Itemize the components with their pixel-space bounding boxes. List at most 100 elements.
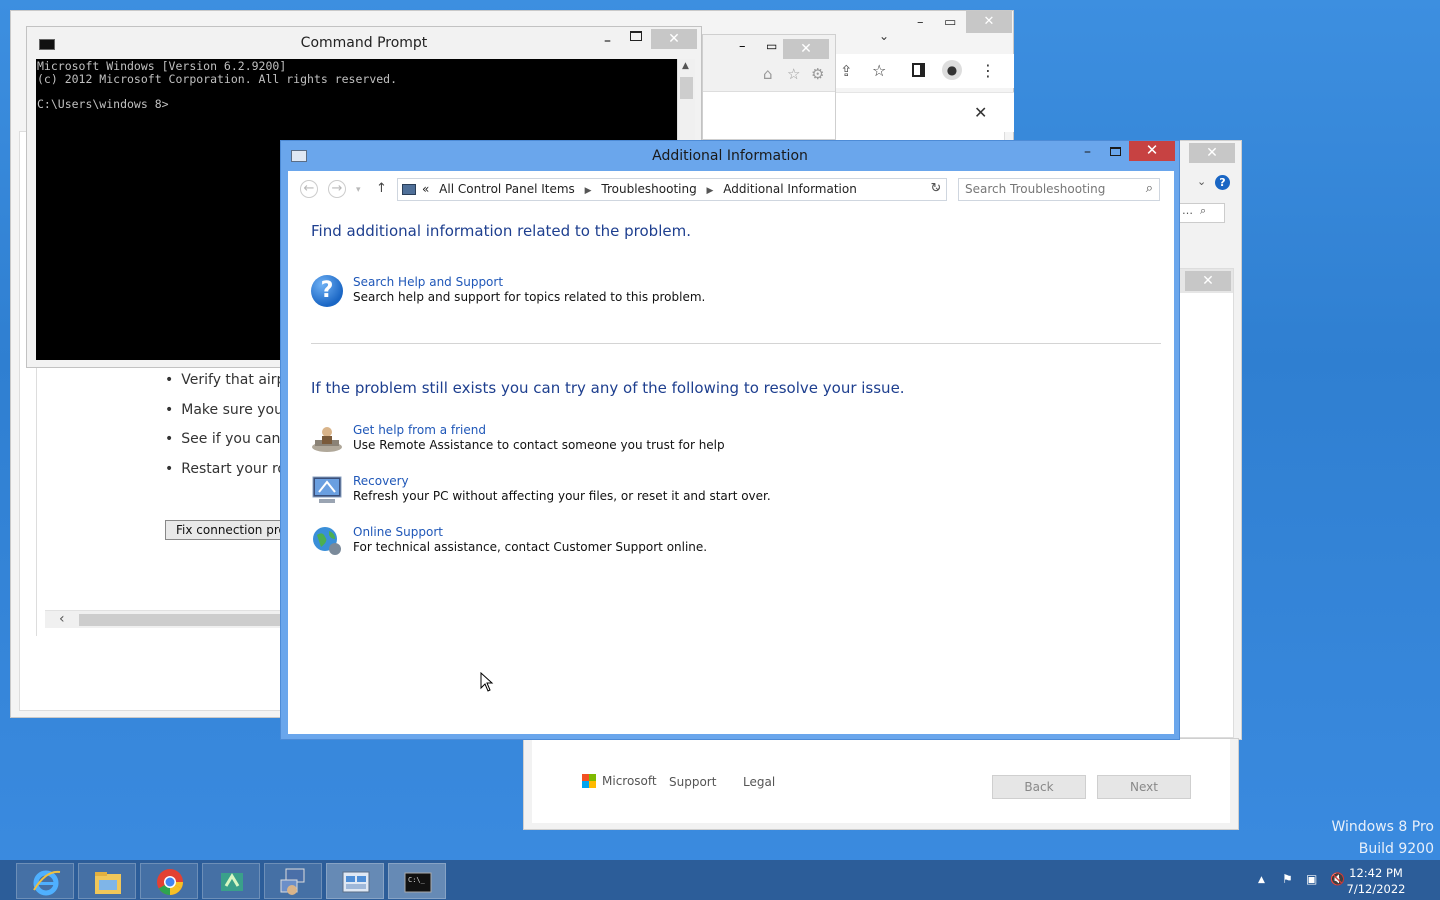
recent-locations-chevron-icon[interactable]: ▾ bbox=[356, 185, 361, 195]
breadcrumb: « All Control Panel Items ▶ Troubleshoot… bbox=[422, 182, 863, 196]
chrome-infobar: ✕ bbox=[836, 92, 1014, 132]
microsoft-logo-icon bbox=[582, 774, 596, 788]
infobar-close-icon[interactable]: ✕ bbox=[974, 103, 987, 122]
back-arrow-icon[interactable]: ← bbox=[300, 180, 318, 198]
action-center-flag-icon[interactable]: ⚑ bbox=[1282, 872, 1293, 886]
up-arrow-icon[interactable]: ↑ bbox=[376, 181, 387, 196]
taskbar-command-prompt[interactable]: C:\_ bbox=[388, 863, 446, 899]
side-panel-icon[interactable] bbox=[912, 63, 925, 77]
taskbar-control-panel[interactable] bbox=[326, 863, 384, 899]
chrome-menu-icon[interactable]: ⋮ bbox=[980, 61, 996, 80]
browser-close-button[interactable]: ✕ bbox=[966, 11, 1012, 33]
refresh-icon[interactable]: ↻ bbox=[926, 178, 946, 201]
ie-minimize-button[interactable]: – bbox=[739, 39, 746, 54]
mouse-cursor-icon bbox=[480, 672, 494, 692]
dialog-close-button[interactable]: ✕ bbox=[1129, 141, 1175, 161]
cmd-minimize-button[interactable]: – bbox=[604, 33, 611, 49]
section-heading-resolve: If the problem still exists you can try … bbox=[311, 379, 905, 397]
internet-explorer-icon bbox=[33, 870, 61, 896]
chrome-icon bbox=[157, 869, 184, 896]
search-help-support-link[interactable]: Search Help and Support bbox=[353, 275, 503, 289]
taskbar-app-green[interactable] bbox=[202, 863, 260, 899]
network-troubleshooter-content: Verify that airpl Make sure your See if … bbox=[36, 368, 293, 636]
online-support-desc: For technical assistance, contact Custom… bbox=[353, 540, 708, 554]
watermark-edition: Windows 8 Pro bbox=[1331, 819, 1434, 835]
legal-link[interactable]: Legal bbox=[743, 775, 775, 789]
tab-list-chevron-icon[interactable]: ⌄ bbox=[879, 29, 889, 43]
recovery-link[interactable]: Recovery bbox=[353, 474, 409, 488]
troubleshooter-subwindow: ✕ bbox=[1178, 268, 1234, 738]
console-line: Microsoft Windows [Version 6.2.9200] bbox=[37, 59, 287, 73]
scroll-left-icon[interactable]: ‹ bbox=[59, 611, 65, 627]
console-prompt: C:\Users\windows 8> bbox=[37, 96, 169, 111]
back-button[interactable]: Back bbox=[992, 775, 1086, 799]
home-icon[interactable]: ⌂ bbox=[763, 65, 773, 83]
show-hidden-icons-icon[interactable]: ▲ bbox=[1258, 875, 1265, 885]
next-button[interactable]: Next bbox=[1097, 775, 1191, 799]
ie-content bbox=[703, 91, 835, 139]
breadcrumb-separator-icon[interactable]: ▶ bbox=[585, 186, 592, 196]
chrome-toolbar: ⇪ ☆ ● ⋮ bbox=[836, 54, 1014, 88]
taskbar: C:\_ ▲ ⚑ ▣ 🔇 12:42 PM 7/12/2022 bbox=[0, 860, 1440, 900]
profile-avatar-icon[interactable]: ● bbox=[942, 60, 962, 80]
favorites-star-icon[interactable]: ☆ bbox=[787, 65, 800, 83]
breadcrumb-separator-icon[interactable]: ▶ bbox=[707, 186, 714, 196]
breadcrumb-overflow[interactable]: « bbox=[422, 182, 429, 196]
taskbar-chrome[interactable] bbox=[140, 863, 198, 899]
remote-assistance-icon bbox=[312, 427, 342, 452]
online-support-link[interactable]: Online Support bbox=[353, 525, 443, 539]
bookmark-star-icon[interactable]: ☆ bbox=[872, 61, 886, 80]
settings-gear-icon[interactable]: ⚙ bbox=[811, 65, 824, 83]
ie-maximize-button[interactable]: ▭ bbox=[766, 39, 777, 53]
control-panel-taskbar-icon bbox=[342, 871, 370, 893]
breadcrumb-additional-information[interactable]: Additional Information bbox=[723, 182, 857, 196]
remote-desktop-icon bbox=[280, 868, 305, 895]
windows-watermark: Windows 8 Pro Build 9200 bbox=[1331, 816, 1434, 860]
search-help-support-desc: Search help and support for topics relat… bbox=[353, 290, 706, 304]
hscroll-thumb[interactable] bbox=[79, 614, 283, 626]
breadcrumb-troubleshooting[interactable]: Troubleshooting bbox=[601, 182, 696, 196]
network-status-icon[interactable]: ▣ bbox=[1306, 872, 1317, 886]
breadcrumb-all-control-panel-items[interactable]: All Control Panel Items bbox=[439, 182, 575, 196]
command-prompt-icon: C:\_ bbox=[404, 872, 432, 893]
list-item: Verify that airpl bbox=[165, 368, 293, 398]
ie-close-button[interactable]: ✕ bbox=[783, 39, 829, 59]
troubleshooter-close-button[interactable]: ✕ bbox=[1189, 143, 1235, 163]
ie-window: – ▭ ✕ ⌂ ☆ ⚙ bbox=[702, 34, 836, 140]
support-link[interactable]: Support bbox=[669, 775, 716, 789]
share-icon[interactable]: ⇪ bbox=[840, 62, 853, 80]
forward-arrow-icon[interactable]: → bbox=[328, 180, 346, 198]
browser-minimize-button[interactable]: – bbox=[917, 15, 924, 30]
scroll-thumb[interactable] bbox=[680, 77, 693, 99]
search-placeholder: Search Troubleshooting bbox=[965, 182, 1106, 196]
get-help-friend-link[interactable]: Get help from a friend bbox=[353, 423, 486, 437]
recovery-icon bbox=[312, 476, 342, 503]
list-item: Make sure your bbox=[165, 398, 293, 428]
browser-maximize-button[interactable]: ▭ bbox=[944, 15, 956, 30]
subwindow-close-button[interactable]: ✕ bbox=[1185, 271, 1231, 291]
dropdown-chevron-icon[interactable]: ⌄ bbox=[1197, 175, 1206, 188]
search-icon[interactable]: ⌕ bbox=[1146, 181, 1153, 196]
dialog-minimize-button[interactable]: – bbox=[1084, 144, 1091, 160]
help-question-icon: ? bbox=[311, 275, 343, 307]
search-troubleshooting-input[interactable]: Search Troubleshooting ⌕ bbox=[958, 178, 1160, 201]
horizontal-scrollbar[interactable]: ‹ bbox=[45, 610, 283, 628]
taskbar-internet-explorer[interactable] bbox=[16, 863, 74, 899]
cmd-close-button[interactable]: ✕ bbox=[651, 29, 697, 49]
troubleshooter-search-input[interactable]: … ⌕ bbox=[1179, 203, 1225, 223]
fix-connection-button[interactable]: Fix connection prob bbox=[165, 520, 285, 540]
scroll-up-icon[interactable]: ▲ bbox=[682, 61, 689, 71]
taskbar-remote-desktop[interactable] bbox=[264, 863, 322, 899]
address-bar[interactable]: « All Control Panel Items ▶ Troubleshoot… bbox=[397, 178, 947, 201]
section-heading-find-info: Find additional information related to t… bbox=[311, 222, 691, 240]
cmd-title: Command Prompt bbox=[300, 35, 428, 51]
list-item: Restart your ro bbox=[165, 457, 293, 487]
get-help-friend-desc: Use Remote Assistance to contact someone… bbox=[353, 438, 725, 452]
clock[interactable]: 12:42 PM 7/12/2022 bbox=[1336, 865, 1416, 897]
help-icon[interactable]: ? bbox=[1215, 175, 1230, 190]
taskbar-file-explorer[interactable] bbox=[78, 863, 136, 899]
cmd-maximize-button[interactable] bbox=[630, 31, 642, 41]
section-divider bbox=[311, 343, 1161, 344]
dialog-maximize-button[interactable] bbox=[1110, 147, 1121, 156]
